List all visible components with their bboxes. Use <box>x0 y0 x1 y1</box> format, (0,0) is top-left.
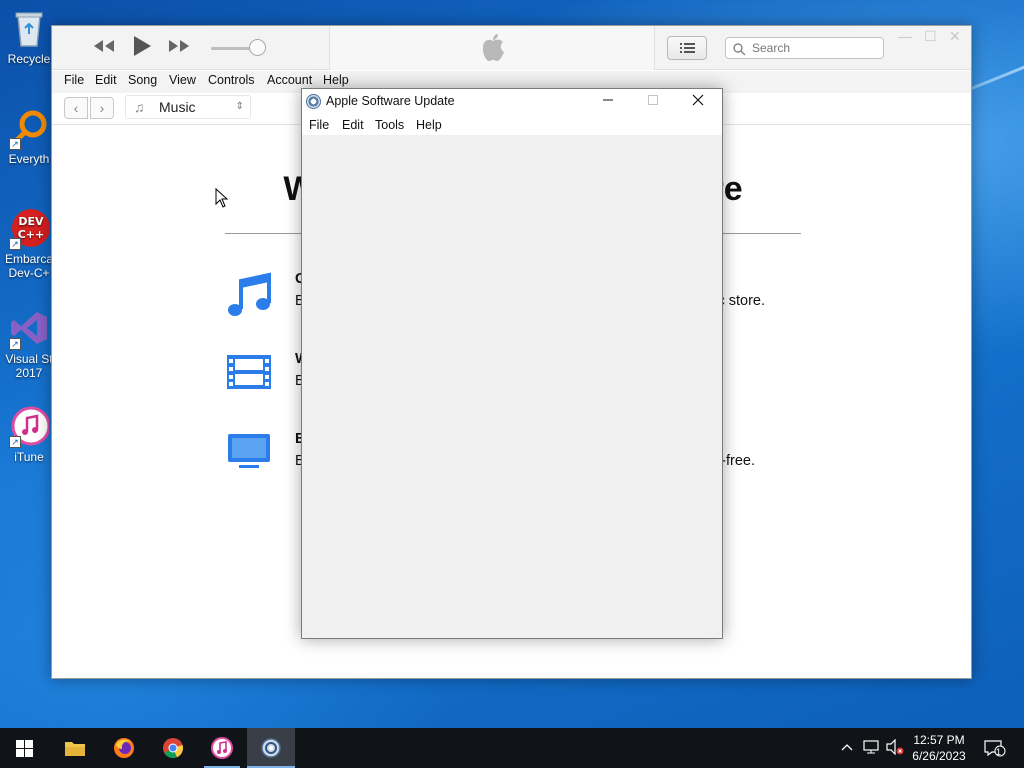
menu-account[interactable]: Account <box>267 73 312 87</box>
volume-knob[interactable] <box>249 39 266 56</box>
menu-edit[interactable]: Edit <box>95 73 117 87</box>
chrome-icon <box>163 738 183 759</box>
firefox-icon <box>114 738 134 758</box>
desktop-icon-label: Recycle <box>7 52 51 66</box>
desktop-icon-label: Visual St <box>5 352 53 366</box>
menu-help[interactable]: Help <box>323 73 349 87</box>
dialog-menu-tools[interactable]: Tools <box>375 118 404 132</box>
taskbar-apple-software-update[interactable] <box>247 728 295 768</box>
folder-icon <box>65 742 85 756</box>
action-center-icon[interactable]: 1 <box>984 739 1006 757</box>
search-placeholder: Search <box>752 41 791 55</box>
taskbar-itunes[interactable] <box>198 728 246 768</box>
dialog-content <box>302 135 722 638</box>
up-next-list-button[interactable] <box>667 36 707 60</box>
dialog-title: Apple Software Update <box>326 94 455 108</box>
menu-controls[interactable]: Controls <box>208 73 255 87</box>
dialog-menu-edit[interactable]: Edit <box>342 118 364 132</box>
minimize-icon <box>603 99 613 101</box>
list-icon <box>680 43 695 53</box>
dialog-titlebar[interactable]: Apple Software Update <box>302 89 722 115</box>
software-update-icon <box>261 738 281 758</box>
media-kind-selector[interactable]: ♫ Music ⇕ <box>125 95 251 119</box>
forward-button[interactable]: › <box>90 97 114 119</box>
dialog-menu-help[interactable]: Help <box>416 118 442 132</box>
svg-text:C++: C++ <box>18 228 45 241</box>
show-hidden-icons-icon[interactable] <box>839 739 855 755</box>
windows-logo-icon <box>16 740 33 757</box>
minimize-icon[interactable]: — <box>898 28 912 44</box>
close-icon[interactable]: ✕ <box>949 28 961 45</box>
apple-software-update-window: Apple Software Update File Edit Tools He… <box>301 88 723 639</box>
maximize-icon[interactable]: ☐ <box>924 28 937 45</box>
desktop-icon-everything[interactable]: ↗ Everyth <box>0 108 58 166</box>
desktop-icon-visual-studio[interactable]: ↗ Visual St 2017 <box>0 308 58 380</box>
visual-studio-icon: ↗ <box>9 308 49 350</box>
dialog-menu-file[interactable]: File <box>309 118 329 132</box>
dialog-menubar: File Edit Tools Help <box>302 115 722 135</box>
desktop-icon-itunes[interactable]: ↗ iTune <box>0 406 58 464</box>
taskbar: 12:57 PM 6/26/2023 1 <box>0 728 1024 768</box>
network-icon[interactable] <box>863 739 879 755</box>
mouse-cursor <box>215 187 229 208</box>
chevron-left-icon: ‹ <box>73 100 79 116</box>
film-strip-icon <box>225 351 273 401</box>
start-button[interactable] <box>0 728 48 768</box>
chevron-updown-icon: ⇕ <box>235 101 244 112</box>
maximize-button <box>631 91 675 113</box>
desktop-icon-recycle-bin[interactable]: Recycle <box>0 8 58 66</box>
itunes-icon <box>211 737 233 759</box>
desktop-icon-label: iTune <box>14 450 44 464</box>
desktop-icon-label-line2: 2017 <box>15 366 43 380</box>
desktop-icon-label: Everyth <box>8 152 50 166</box>
music-note-small-icon: ♫ <box>134 99 145 115</box>
notification-count: 1 <box>996 747 1002 757</box>
now-playing-display <box>329 26 655 70</box>
menu-file[interactable]: File <box>64 73 84 87</box>
volume-muted-icon[interactable] <box>886 738 904 756</box>
rewind-icon[interactable] <box>92 36 116 58</box>
shortcut-arrow-icon: ↗ <box>9 138 21 150</box>
close-button[interactable] <box>676 91 720 113</box>
play-icon[interactable] <box>132 34 152 62</box>
music-note-icon <box>225 271 273 321</box>
maximize-icon <box>648 95 658 105</box>
system-clock[interactable]: 12:57 PM 6/26/2023 <box>905 732 973 764</box>
itunes-icon: ↗ <box>9 406 51 448</box>
taskbar-chrome[interactable] <box>149 728 197 768</box>
feature-desc-right: c store. <box>717 293 765 309</box>
itunes-toolbar: Search — ☐ ✕ <box>52 26 971 70</box>
everything-search-icon: ↗ <box>9 108 49 150</box>
feature-desc-right: -free. <box>721 453 755 469</box>
desktop: Recycle ↗ Everyth DEV C++ ↗ Embarca Dev-… <box>0 0 1024 728</box>
svg-text:DEV: DEV <box>18 215 44 228</box>
recycle-bin-icon <box>9 8 49 48</box>
taskbar-firefox[interactable] <box>100 728 148 768</box>
taskbar-file-explorer[interactable] <box>51 728 99 768</box>
back-button[interactable]: ‹ <box>64 97 88 119</box>
tv-icon <box>225 431 273 481</box>
clock-time: 12:57 PM <box>913 733 965 747</box>
search-icon <box>733 42 746 62</box>
clock-date: 6/26/2023 <box>912 749 966 763</box>
media-kind-label: Music <box>159 99 196 115</box>
shortcut-arrow-icon: ↗ <box>9 436 21 448</box>
search-input[interactable]: Search <box>725 37 884 59</box>
shortcut-arrow-icon: ↗ <box>9 238 21 250</box>
menu-view[interactable]: View <box>169 73 196 87</box>
close-icon <box>692 94 704 106</box>
fast-forward-icon[interactable] <box>167 36 191 58</box>
apple-logo-icon <box>480 32 506 67</box>
chevron-right-icon: › <box>99 100 105 116</box>
devcpp-icon: DEV C++ ↗ <box>9 208 50 250</box>
software-update-icon <box>306 94 321 109</box>
minimize-button[interactable] <box>586 91 630 113</box>
desktop-icon-label-line2: Dev-C+ <box>8 266 50 280</box>
menu-song[interactable]: Song <box>128 73 157 87</box>
desktop-icon-devcpp[interactable]: DEV C++ ↗ Embarca Dev-C+ <box>0 208 58 280</box>
shortcut-arrow-icon: ↗ <box>9 338 21 350</box>
desktop-icon-label: Embarca <box>4 252 54 266</box>
